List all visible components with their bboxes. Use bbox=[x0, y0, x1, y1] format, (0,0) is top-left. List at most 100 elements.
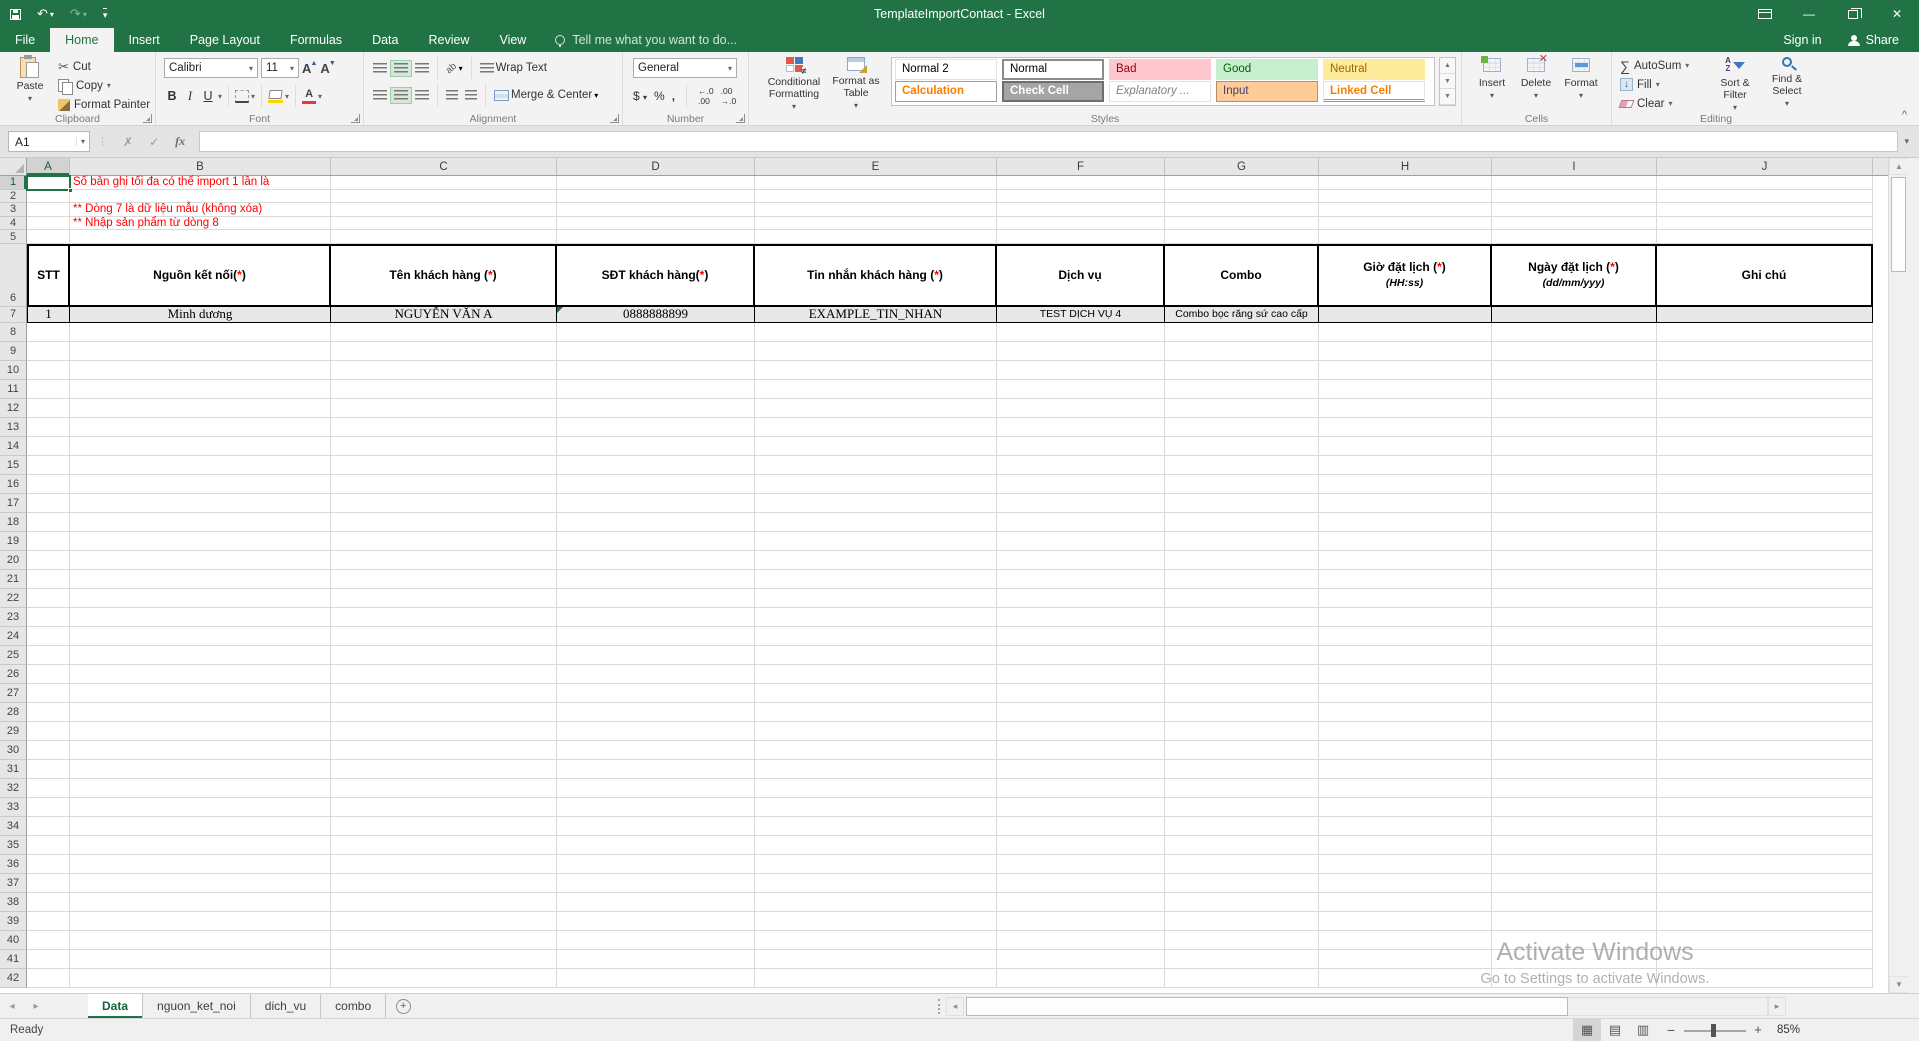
cell-G6[interactable]: Combo bbox=[1165, 244, 1319, 307]
column-header-J[interactable]: J bbox=[1657, 158, 1873, 175]
cell-F27[interactable] bbox=[997, 684, 1165, 703]
cell-J35[interactable] bbox=[1657, 836, 1873, 855]
cell-B19[interactable] bbox=[70, 532, 331, 551]
cell-H8[interactable] bbox=[1319, 323, 1492, 342]
cell-C3[interactable] bbox=[331, 203, 557, 217]
cell-A27[interactable] bbox=[27, 684, 70, 703]
tab-data[interactable]: Data bbox=[357, 28, 413, 52]
cell-J32[interactable] bbox=[1657, 779, 1873, 798]
cell-E13[interactable] bbox=[755, 418, 997, 437]
cell-I15[interactable] bbox=[1492, 456, 1657, 475]
align-right-icon[interactable] bbox=[412, 88, 432, 103]
cell-E36[interactable] bbox=[755, 855, 997, 874]
cell-F32[interactable] bbox=[997, 779, 1165, 798]
cell-B15[interactable] bbox=[70, 456, 331, 475]
align-middle-icon[interactable] bbox=[391, 61, 411, 76]
cell-G10[interactable] bbox=[1165, 361, 1319, 380]
borders-icon[interactable] bbox=[235, 90, 249, 103]
cell-H24[interactable] bbox=[1319, 627, 1492, 646]
zoom-slider-thumb[interactable] bbox=[1711, 1024, 1716, 1037]
cell-H32[interactable] bbox=[1319, 779, 1492, 798]
cell-G12[interactable] bbox=[1165, 399, 1319, 418]
cell-B12[interactable] bbox=[70, 399, 331, 418]
cell-E34[interactable] bbox=[755, 817, 997, 836]
cell-H19[interactable] bbox=[1319, 532, 1492, 551]
cell-A11[interactable] bbox=[27, 380, 70, 399]
cell-C30[interactable] bbox=[331, 741, 557, 760]
cell-E18[interactable] bbox=[755, 513, 997, 532]
row-header-21[interactable]: 21 bbox=[0, 570, 27, 589]
underline-button[interactable]: U bbox=[200, 89, 216, 103]
expand-formula-bar-icon[interactable]: ▾ bbox=[1904, 136, 1909, 147]
cell-G33[interactable] bbox=[1165, 798, 1319, 817]
cell-F14[interactable] bbox=[997, 437, 1165, 456]
row-header-37[interactable]: 37 bbox=[0, 874, 27, 893]
delete-cells-button[interactable]: Delete▾ bbox=[1516, 58, 1556, 102]
cell-H33[interactable] bbox=[1319, 798, 1492, 817]
cell-J31[interactable] bbox=[1657, 760, 1873, 779]
cell-B5[interactable] bbox=[70, 230, 331, 244]
cell-E20[interactable] bbox=[755, 551, 997, 570]
cell-F26[interactable] bbox=[997, 665, 1165, 684]
page-layout-view-icon[interactable]: ▤ bbox=[1601, 1019, 1629, 1041]
cell-E26[interactable] bbox=[755, 665, 997, 684]
tab-page-layout[interactable]: Page Layout bbox=[175, 28, 275, 52]
cell-J36[interactable] bbox=[1657, 855, 1873, 874]
cell-E6[interactable]: Tin nhắn khách hàng (*) bbox=[755, 244, 997, 307]
cell-A36[interactable] bbox=[27, 855, 70, 874]
cell-F37[interactable] bbox=[997, 874, 1165, 893]
cell-A28[interactable] bbox=[27, 703, 70, 722]
cell-A31[interactable] bbox=[27, 760, 70, 779]
increase-font-icon[interactable]: A▲ bbox=[302, 61, 317, 76]
cell-D23[interactable] bbox=[557, 608, 755, 627]
cell-G20[interactable] bbox=[1165, 551, 1319, 570]
cell-C6[interactable]: Tên khách hàng (*) bbox=[331, 244, 557, 307]
cell-A38[interactable] bbox=[27, 893, 70, 912]
cell-H29[interactable] bbox=[1319, 722, 1492, 741]
cell-C42[interactable] bbox=[331, 969, 557, 988]
cell-D30[interactable] bbox=[557, 741, 755, 760]
format-as-table-button[interactable]: Format as Table▾ bbox=[829, 57, 883, 112]
row-header-26[interactable]: 26 bbox=[0, 665, 27, 684]
cell-G18[interactable] bbox=[1165, 513, 1319, 532]
cell-A42[interactable] bbox=[27, 969, 70, 988]
cell-G36[interactable] bbox=[1165, 855, 1319, 874]
cell-I32[interactable] bbox=[1492, 779, 1657, 798]
cell-J2[interactable] bbox=[1657, 190, 1873, 204]
formula-input[interactable] bbox=[199, 131, 1898, 152]
cell-C13[interactable] bbox=[331, 418, 557, 437]
cell-H41[interactable] bbox=[1319, 950, 1492, 969]
style-good[interactable]: Good bbox=[1216, 59, 1318, 80]
restore-button[interactable] bbox=[1831, 0, 1875, 28]
cell-E15[interactable] bbox=[755, 456, 997, 475]
cell-E41[interactable] bbox=[755, 950, 997, 969]
horizontal-scroll-thumb[interactable] bbox=[966, 997, 1568, 1016]
cell-H26[interactable] bbox=[1319, 665, 1492, 684]
cell-I5[interactable] bbox=[1492, 230, 1657, 244]
cell-D22[interactable] bbox=[557, 589, 755, 608]
column-header-G[interactable]: G bbox=[1165, 158, 1319, 175]
cell-E38[interactable] bbox=[755, 893, 997, 912]
tab-splitter[interactable] bbox=[938, 999, 942, 1014]
zoom-in-icon[interactable]: + bbox=[1750, 1019, 1766, 1041]
cell-D41[interactable] bbox=[557, 950, 755, 969]
cell-F4[interactable] bbox=[997, 217, 1165, 231]
column-header-C[interactable]: C bbox=[331, 158, 557, 175]
cell-G23[interactable] bbox=[1165, 608, 1319, 627]
cell-B21[interactable] bbox=[70, 570, 331, 589]
cell-F40[interactable] bbox=[997, 931, 1165, 950]
cell-E42[interactable] bbox=[755, 969, 997, 988]
cell-C28[interactable] bbox=[331, 703, 557, 722]
cell-I41[interactable] bbox=[1492, 950, 1657, 969]
cell-A26[interactable] bbox=[27, 665, 70, 684]
cell-G34[interactable] bbox=[1165, 817, 1319, 836]
cell-D29[interactable] bbox=[557, 722, 755, 741]
cell-E10[interactable] bbox=[755, 361, 997, 380]
vertical-scrollbar[interactable]: ▲ ▼ bbox=[1888, 158, 1908, 993]
italic-button[interactable]: I bbox=[182, 89, 198, 104]
cell-I31[interactable] bbox=[1492, 760, 1657, 779]
cell-F34[interactable] bbox=[997, 817, 1165, 836]
cell-D42[interactable] bbox=[557, 969, 755, 988]
cell-J7[interactable] bbox=[1657, 307, 1873, 323]
align-top-icon[interactable] bbox=[370, 61, 390, 76]
